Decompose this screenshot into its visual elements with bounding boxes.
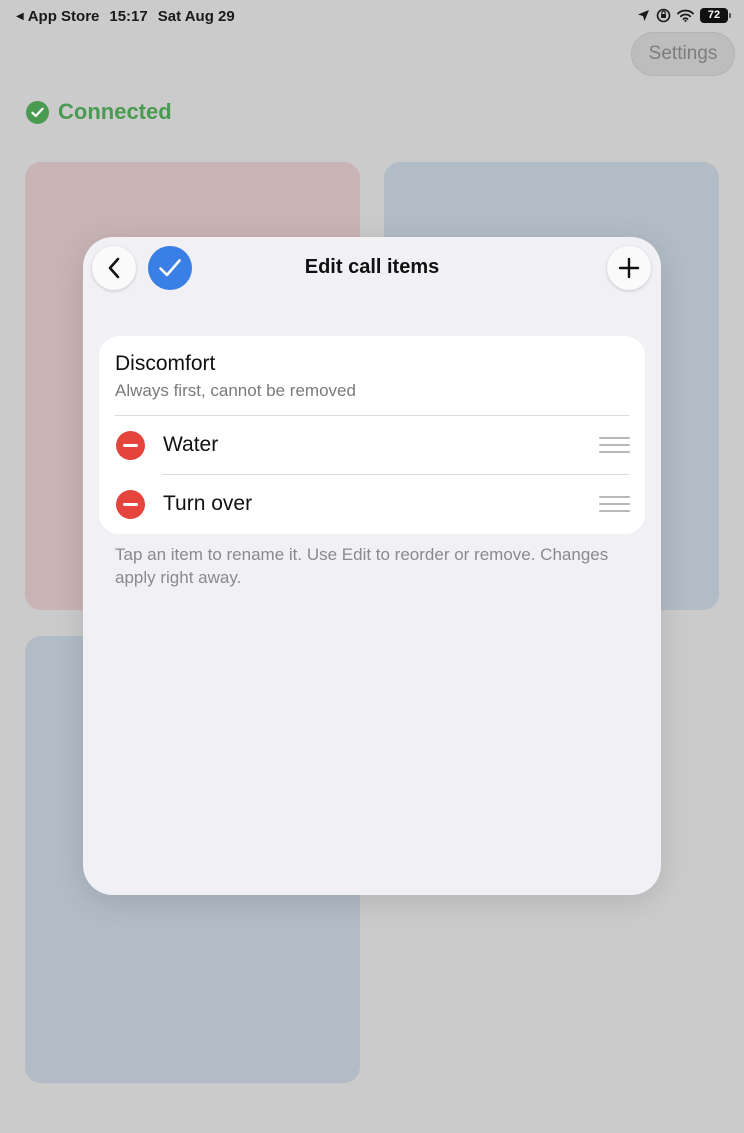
connection-status: Connected <box>26 99 172 125</box>
add-item-button[interactable] <box>607 246 651 290</box>
status-bar: ◀ App Store 15:17 Sat Aug 29 72 <box>0 0 744 34</box>
edit-call-items-sheet: Edit call items Discomfort Always first,… <box>83 237 661 895</box>
minus-icon <box>123 444 138 447</box>
help-footnote: Tap an item to rename it. Use Edit to re… <box>115 545 609 587</box>
fixed-item-subtitle: Always first, cannot be removed <box>115 381 356 400</box>
battery-level: 72 <box>707 9 721 21</box>
drag-handle-icon[interactable] <box>599 437 630 453</box>
call-items-list: Discomfort Always first, cannot be remov… <box>99 336 645 534</box>
list-item-label: Water <box>163 433 219 456</box>
list-item-label: Turn over <box>163 492 253 515</box>
remove-item-button[interactable] <box>116 431 145 460</box>
list-item[interactable]: Turn over <box>99 475 645 534</box>
fixed-item-discomfort[interactable]: Discomfort Always first, cannot be remov… <box>115 352 356 401</box>
connected-check-icon <box>26 100 49 124</box>
wifi-icon <box>677 9 694 22</box>
back-triangle-icon: ◀ <box>16 11 24 22</box>
connection-status-label: Connected <box>58 99 172 124</box>
list-item[interactable]: Water <box>99 416 645 475</box>
sheet-title: Edit call items <box>304 256 440 278</box>
drag-handle-icon[interactable] <box>599 496 630 512</box>
orientation-lock-icon <box>656 8 671 23</box>
back-app-label: App Store <box>27 8 100 25</box>
remove-item-button[interactable] <box>116 490 145 519</box>
fixed-item-title: Discomfort <box>115 352 216 375</box>
status-bar-left: ◀ App Store 15:17 Sat Aug 29 <box>16 8 235 25</box>
settings-button[interactable]: Settings <box>631 32 735 76</box>
back-to-app-link[interactable]: ◀ App Store <box>16 8 99 25</box>
status-time: 15:17 <box>109 8 148 25</box>
minus-icon <box>123 503 138 506</box>
location-arrow-icon <box>638 10 649 21</box>
status-date: Sat Aug 29 <box>157 8 235 25</box>
status-bar-right: 72 <box>637 8 731 23</box>
plus-icon <box>618 257 640 279</box>
battery-icon: 72 <box>700 8 731 23</box>
